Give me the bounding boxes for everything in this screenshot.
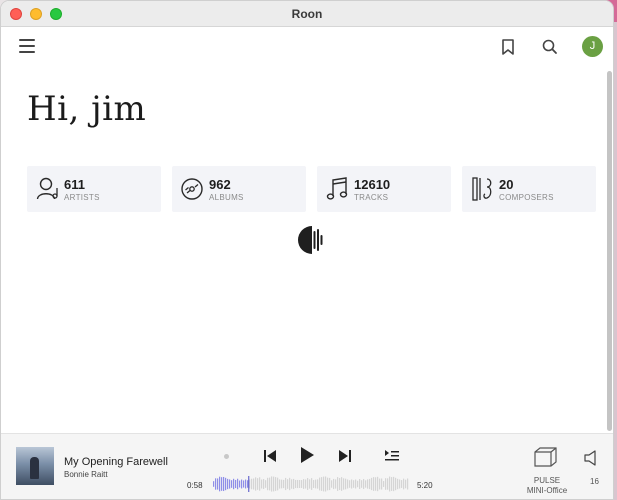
library-stats: 611 ARTISTS 962 ALBUMS 12610 TRACKS 20 C… bbox=[27, 166, 596, 212]
stat-label: COMPOSERS bbox=[499, 193, 554, 202]
track-artist[interactable]: Bonnie Raitt bbox=[64, 470, 108, 479]
album-icon bbox=[181, 178, 203, 200]
track-duration: 5:20 bbox=[417, 481, 433, 490]
search-icon[interactable] bbox=[540, 37, 560, 57]
stat-label: ALBUMS bbox=[209, 193, 244, 202]
music-note-icon bbox=[326, 177, 348, 200]
window-title: Roon bbox=[291, 7, 323, 21]
elapsed-time: 0:58 bbox=[187, 481, 203, 490]
stat-value: 611 bbox=[64, 177, 85, 192]
roon-window: Roon J Hi, jim 611 ARTISTS 962 ALBUMS 12… bbox=[0, 0, 614, 500]
title-bar[interactable]: Roon bbox=[1, 1, 613, 27]
vertical-scrollbar[interactable] bbox=[607, 71, 612, 431]
radio-indicator-icon[interactable] bbox=[224, 454, 229, 459]
stat-value: 12610 bbox=[354, 177, 391, 192]
stat-label: ARTISTS bbox=[64, 193, 100, 202]
stat-value: 20 bbox=[499, 177, 514, 192]
top-bar: J bbox=[1, 27, 613, 67]
artist-icon bbox=[36, 177, 58, 200]
zone-speaker-icon[interactable] bbox=[532, 446, 558, 468]
stat-value: 962 bbox=[209, 177, 231, 192]
track-title[interactable]: My Opening Farewell bbox=[64, 456, 168, 468]
bookmark-icon[interactable] bbox=[499, 37, 517, 57]
zone-line-1: PULSE bbox=[533, 476, 561, 485]
album-cover[interactable] bbox=[16, 447, 54, 485]
now-playing-bar: My Opening Farewell Bonnie Raitt 0:58 5:… bbox=[1, 433, 613, 499]
waveform-seek-bar[interactable] bbox=[213, 476, 409, 492]
hamburger-menu-icon[interactable] bbox=[19, 39, 35, 53]
volume-level: 16 bbox=[590, 477, 599, 486]
volume-icon[interactable] bbox=[584, 450, 598, 466]
stat-tracks[interactable]: 12610 TRACKS bbox=[317, 166, 451, 212]
zone-name[interactable]: PULSE MINI-Office bbox=[521, 476, 573, 496]
next-track-icon[interactable] bbox=[339, 449, 351, 463]
play-icon[interactable] bbox=[299, 446, 315, 464]
composer-icon bbox=[472, 177, 492, 201]
stat-artists[interactable]: 611 ARTISTS bbox=[27, 166, 161, 212]
greeting-heading: Hi, jim bbox=[27, 89, 147, 129]
zone-line-2: MINI-Office bbox=[526, 486, 568, 495]
previous-track-icon[interactable] bbox=[264, 449, 276, 463]
queue-icon[interactable] bbox=[385, 450, 399, 462]
stat-composers[interactable]: 20 COMPOSERS bbox=[462, 166, 596, 212]
roon-loading-logo-icon bbox=[298, 226, 323, 254]
user-avatar[interactable]: J bbox=[582, 36, 603, 57]
stat-label: TRACKS bbox=[354, 193, 389, 202]
stat-albums[interactable]: 962 ALBUMS bbox=[172, 166, 306, 212]
